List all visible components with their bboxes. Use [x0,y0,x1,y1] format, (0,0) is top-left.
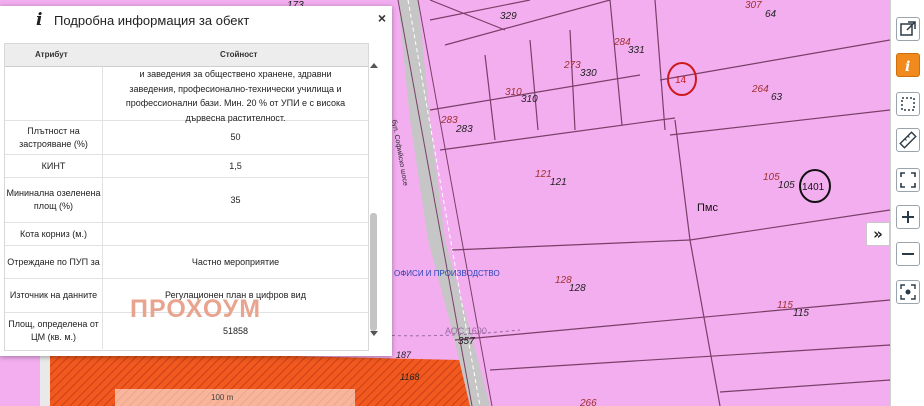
description-line: заведения, професионално-технически учил… [129,83,342,94]
column-header-value[interactable]: Стойност [220,50,257,59]
close-icon[interactable]: × [378,10,386,26]
object-info-panel: i Подробна информация за обект × Атрибут… [0,6,392,356]
table-row: КИНТ 1,5 [5,155,368,178]
parcel-label: 128 [569,283,586,294]
attribute-cell: КИНТ [5,155,103,177]
zone-description: и заведения за обществено хранене, здрав… [103,67,368,125]
zone-code-label: Пмс [697,202,718,214]
parcel-label: 105 [778,180,795,191]
panel-header: i Подробна информация за обект × [0,6,392,34]
parcel-label: 115 [793,308,809,319]
zoom-in-icon [902,211,914,223]
zoom-out-button[interactable] [896,242,920,266]
parcel-label: 330 [580,68,597,79]
info-icon: i [905,59,910,74]
attribute-cell: Източник на данните [5,279,103,312]
open-external-icon [900,21,916,36]
parcel-label: 331 [628,45,645,56]
attribute-cell: Плътност на застрояване (%) [5,121,103,154]
panel-title: Подробна информация за обект [54,12,250,28]
parcel-label: 63 [771,92,783,103]
info-button[interactable]: i [896,53,920,77]
fullscreen-icon [900,172,916,188]
double-chevron-icon: » [873,225,883,243]
scroll-thumb[interactable] [370,213,377,331]
table-header: Атрибут Стойност [5,44,368,67]
select-area-button[interactable] [896,92,920,116]
scale-label: 100 m [211,393,234,402]
scale-bar: 100 m [115,389,355,406]
attribute-cell: Мининална озеленена площ (%) [5,178,103,222]
parcel-label: 307 [745,0,762,11]
locate-button[interactable] [896,280,920,304]
attribute-cell [5,67,103,120]
attribute-cell: Площ, определена от ЦМ (кв. м.) [5,313,103,349]
route-label: АОС 1690 [445,326,487,336]
value-cell: 1,5 [229,160,242,171]
value-cell: и заведения за обществено хранене, здрав… [103,67,368,123]
value-cell: 35 [230,194,241,205]
description-line: профессионални бази. Мин. 20 % от УПИ е … [125,98,346,108]
measure-button[interactable] [896,128,920,152]
parcel-label: 357 [458,336,475,347]
parcel-label: 115 [777,300,793,311]
table-row: Отреждане по ПУП за Частно мероприятие [5,246,368,279]
watermark: ПРОХОУМ [130,295,262,323]
scroll-up-icon[interactable] [370,63,378,68]
parcel-label: 1401 [802,182,825,193]
open-external-button[interactable] [896,17,920,41]
measure-ruler-icon [899,131,917,149]
table-row: и заведения за обществено хранене, здрав… [5,67,368,123]
parcel-label: 121 [550,177,567,188]
zone-type-label: ОФИСИ И ПРОИЗВОДСТВО [394,269,500,278]
parcel-label: 266 [579,398,597,406]
table-row: Кота корниз (м.) [5,223,368,246]
table-row: Плътност на застрояване (%) 50 [5,121,368,155]
table-row: Мининална озеленена площ (%) 35 [5,178,368,223]
info-icon: i [36,10,43,30]
locate-icon [900,284,916,300]
value-cell [103,223,368,245]
parcel-label: 14 [675,75,687,86]
parcel-label: 310 [505,87,522,98]
map-toolbar: i [890,0,924,406]
parcel-label: 329 [500,11,517,22]
parcel-label: 187 [396,350,412,360]
scroll-down-icon[interactable] [370,331,378,336]
svg-text:i: i [905,59,910,74]
attribute-cell: Отреждане по ПУП за [5,246,103,278]
select-area-icon [901,97,915,111]
zoom-out-icon [902,253,914,255]
value-cell: 50 [230,132,241,142]
parcel-label: 283 [455,124,473,135]
column-header-attribute[interactable]: Атрибут [35,50,68,59]
value-cell: Частно мероприятие [191,256,280,267]
panel-scrollbar[interactable] [369,58,379,350]
expand-toolbar-button[interactable]: » [866,222,890,246]
zoom-in-button[interactable] [896,205,920,229]
parcel-label: 310 [521,94,538,105]
attribute-cell: Кота корниз (м.) [5,223,103,245]
parcel-label: 1168 [400,372,419,382]
parcel-label: 264 [751,84,769,95]
description-line: и заведения за обществено хранене, здрав… [139,69,332,79]
parcel-label: 273 [563,60,581,71]
hatched-zone-gap [40,355,50,406]
parcel-label: 64 [765,9,777,20]
fullscreen-button[interactable] [896,168,920,192]
